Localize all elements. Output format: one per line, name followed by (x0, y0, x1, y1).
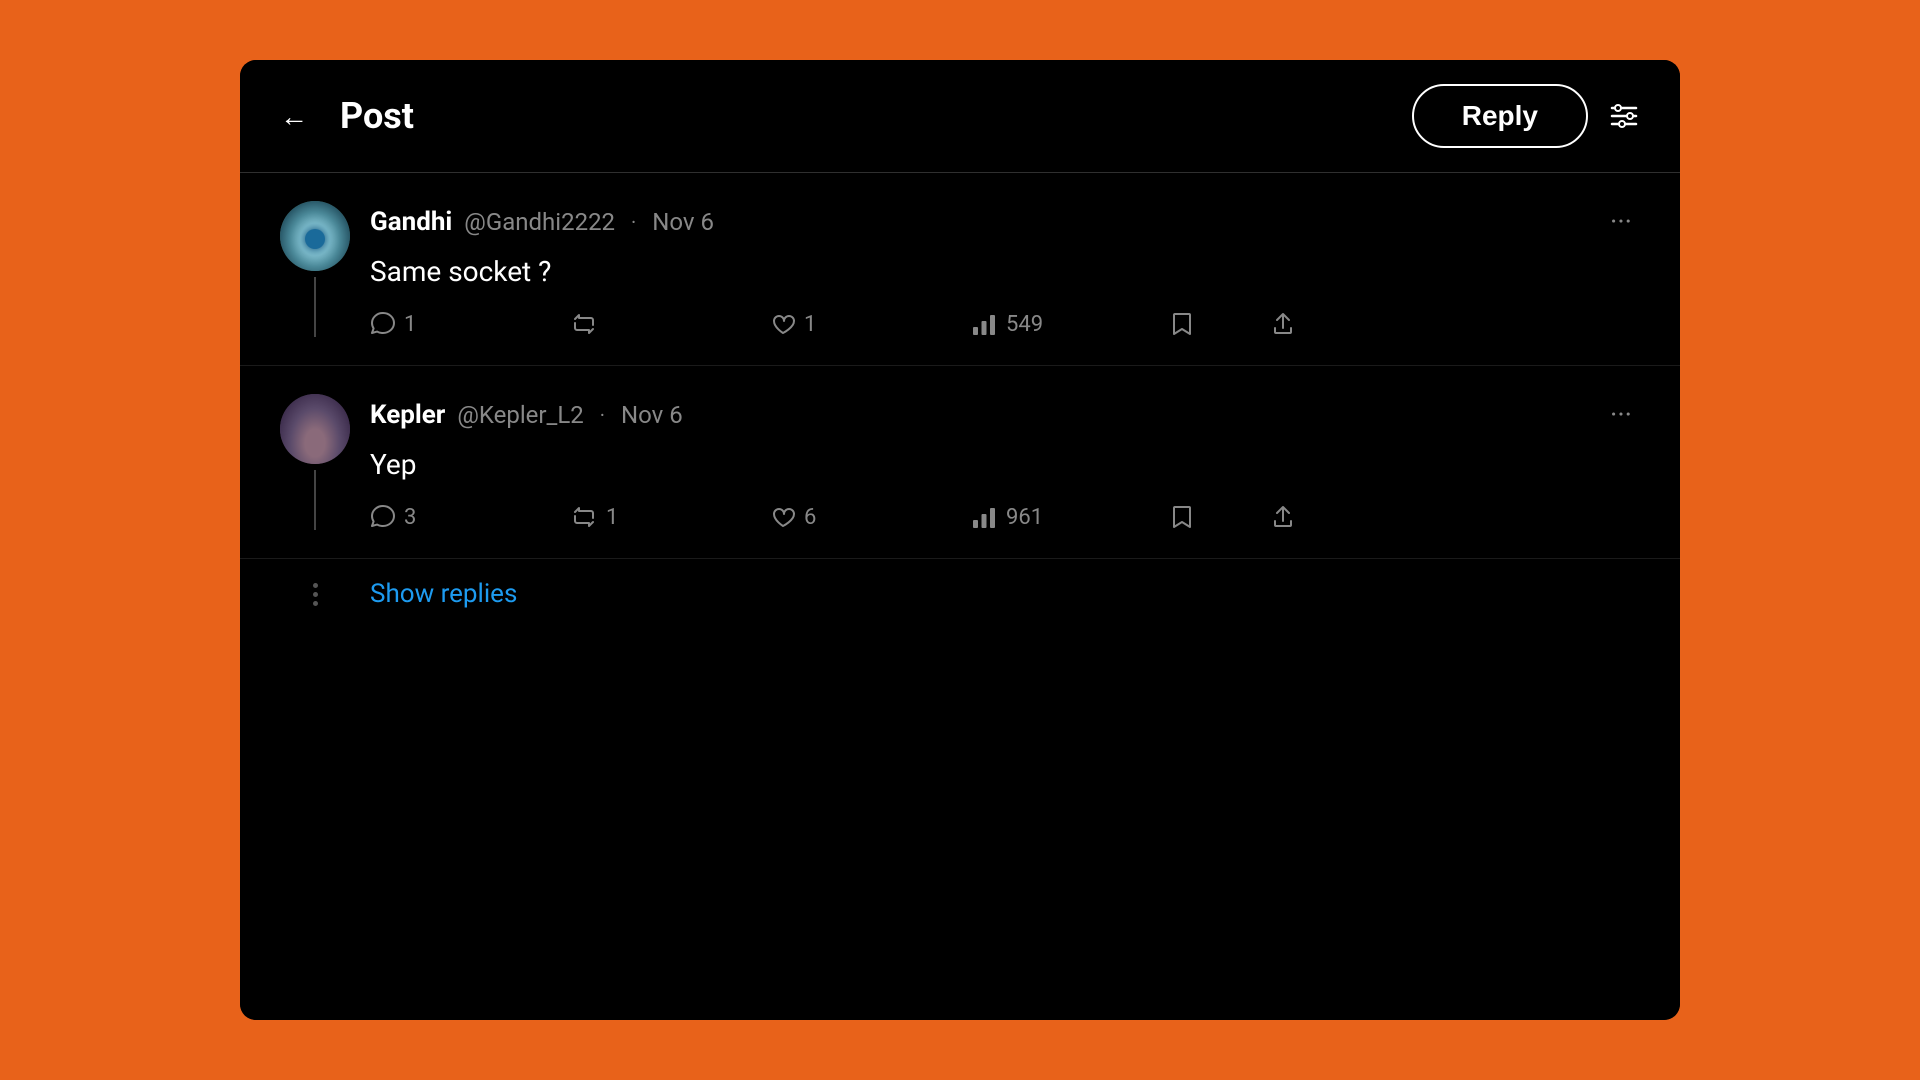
thread-line (314, 470, 316, 530)
reply-action[interactable]: 3 (370, 504, 570, 530)
share-action[interactable] (1270, 311, 1350, 337)
retweet-action[interactable]: 1 (570, 504, 770, 530)
post-meta-left: Kepler @Kepler_L2 · Nov 6 (370, 400, 683, 430)
reply-icon (370, 311, 396, 337)
phone-container: ← Post Reply (240, 60, 1680, 1020)
content-area: Gandhi @Gandhi2222 · Nov 6 ··· Same sock… (240, 173, 1680, 1020)
post-meta: Kepler @Kepler_L2 · Nov 6 ··· (370, 394, 1640, 435)
post-date: Nov 6 (652, 208, 714, 236)
header-left: ← Post (280, 95, 414, 137)
separator: · (600, 403, 605, 427)
more-options-button[interactable]: ··· (1602, 394, 1640, 435)
views-icon (970, 311, 998, 337)
share-icon (1270, 311, 1296, 337)
heart-icon (770, 504, 796, 530)
reply-count: 1 (404, 312, 416, 337)
post-text: Yep (370, 445, 1640, 484)
post-item: Gandhi @Gandhi2222 · Nov 6 ··· Same sock… (240, 173, 1680, 366)
reply-count: 3 (404, 505, 416, 530)
post-text: Same socket ? (370, 252, 1640, 291)
retweet-icon (570, 504, 598, 530)
like-count: 1 (804, 312, 816, 337)
post-meta-left: Gandhi @Gandhi2222 · Nov 6 (370, 207, 714, 237)
post-actions: 3 1 (370, 504, 1640, 530)
show-replies-row: Show replies (240, 559, 1680, 639)
more-options-button[interactable]: ··· (1602, 201, 1640, 242)
share-icon (1270, 504, 1296, 530)
reply-icon (370, 504, 396, 530)
bookmark-action[interactable] (1170, 504, 1270, 530)
post-handle: @Kepler_L2 (457, 401, 583, 429)
retweet-action[interactable] (570, 311, 770, 337)
post-actions: 1 (370, 311, 1640, 337)
heart-icon (770, 311, 796, 337)
post-meta: Gandhi @Gandhi2222 · Nov 6 ··· (370, 201, 1640, 242)
filter-icon[interactable] (1608, 100, 1640, 132)
header-right: Reply (1412, 84, 1640, 148)
views-action[interactable]: 961 (970, 504, 1170, 530)
header: ← Post Reply (240, 60, 1680, 173)
bookmark-action[interactable] (1170, 311, 1270, 337)
like-action[interactable]: 6 (770, 504, 970, 530)
thread-line (314, 277, 316, 337)
post-body: Kepler @Kepler_L2 · Nov 6 ··· Yep (370, 394, 1640, 530)
dot (313, 592, 318, 597)
dot (313, 601, 318, 606)
thread-dots (280, 583, 350, 606)
post-handle: @Gandhi2222 (464, 208, 615, 236)
retweet-count: 1 (606, 505, 618, 530)
separator: · (631, 210, 636, 234)
views-icon (970, 504, 998, 530)
post-item: Kepler @Kepler_L2 · Nov 6 ··· Yep (240, 366, 1680, 559)
bookmark-icon (1170, 504, 1194, 530)
post-body: Gandhi @Gandhi2222 · Nov 6 ··· Same sock… (370, 201, 1640, 337)
retweet-icon (570, 311, 598, 337)
post-username: Kepler (370, 400, 445, 430)
back-button[interactable]: ← (280, 100, 308, 133)
views-count: 549 (1006, 312, 1043, 337)
post-username: Gandhi (370, 207, 452, 237)
avatar (280, 394, 350, 464)
like-count: 6 (804, 505, 816, 530)
reply-button[interactable]: Reply (1412, 84, 1588, 148)
bookmark-icon (1170, 311, 1194, 337)
dot (313, 583, 318, 588)
reply-action[interactable]: 1 (370, 311, 570, 337)
share-action[interactable] (1270, 504, 1350, 530)
thread-line-container (280, 201, 350, 337)
post-date: Nov 6 (621, 401, 683, 429)
like-action[interactable]: 1 (770, 311, 970, 337)
views-action[interactable]: 549 (970, 311, 1170, 337)
views-count: 961 (1006, 505, 1043, 530)
page-title: Post (340, 95, 414, 137)
thread-line-container (280, 394, 350, 530)
avatar (280, 201, 350, 271)
show-replies-link[interactable]: Show replies (370, 579, 517, 609)
